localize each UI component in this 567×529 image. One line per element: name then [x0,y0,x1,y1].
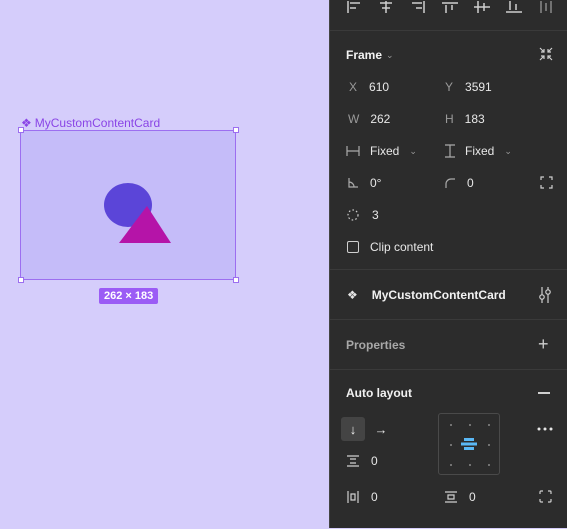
align-right-icon[interactable] [410,1,426,13]
direction-horizontal-button[interactable]: → [369,417,393,441]
properties-title: Properties [346,338,406,352]
clip-content-toggle[interactable]: Clip content [347,239,433,255]
w-field[interactable]: W 262 [348,111,390,127]
alignment-dot[interactable] [488,424,490,426]
count-field[interactable]: 3 [347,207,379,223]
horizontal-padding-icon [347,491,359,503]
horizontal-resize-icon [346,146,360,156]
chevron-down-icon: ⌄ [409,145,417,156]
alignment-dot[interactable] [450,424,452,426]
align-left-icon[interactable] [346,1,362,13]
y-field[interactable]: Y 3591 [445,79,492,95]
x-value[interactable]: 610 [369,80,389,94]
chevron-down-icon: ⌄ [504,145,512,156]
resize-handle-bottom-right[interactable] [233,277,239,283]
alignment-dot[interactable] [469,464,471,466]
horizontal-padding-field[interactable]: 0 [347,489,378,505]
resize-handle-top-right[interactable] [233,127,239,133]
corner-radius-value[interactable]: 0 [467,176,474,190]
frame-title[interactable]: Frame [346,48,382,62]
y-value[interactable]: 3591 [465,80,492,94]
rotation-field[interactable]: 0° [348,175,381,191]
component-name[interactable]: MyCustomContentCard [372,288,506,302]
alignment-dot[interactable] [488,444,490,446]
adjust-settings-icon[interactable] [538,287,552,303]
vertical-padding-icon [445,491,457,503]
chevron-down-icon[interactable]: ⌄ [386,50,394,61]
y-label: Y [445,80,454,94]
direction-vertical-button[interactable]: ↓ [341,417,365,441]
width-sizing-dropdown[interactable]: Fixed ⌄ [346,143,417,159]
resize-handle-bottom-left[interactable] [18,277,24,283]
vertical-padding-field[interactable]: 0 [445,489,476,505]
clip-content-label: Clip content [370,240,434,254]
vertical-gap-icon [347,455,359,467]
component-name: MyCustomContentCard [34,116,161,130]
x-field[interactable]: X 610 [349,79,389,95]
w-value[interactable]: 262 [370,112,390,126]
align-center-selected-icon[interactable] [461,438,477,450]
h-field[interactable]: H 183 [445,111,485,127]
height-sizing-dropdown[interactable]: Fixed ⌄ [445,143,512,159]
alignment-dot[interactable] [469,424,471,426]
component-label[interactable]: ❖ MyCustomContentCard [21,116,160,130]
component-icon: ❖ [347,288,358,302]
alignment-dot[interactable] [488,464,490,466]
corner-radius-icon [445,178,455,188]
vertical-resize-icon [445,144,455,158]
arrow-down-icon: ↓ [349,421,357,437]
individual-padding-icon[interactable] [539,490,552,503]
clip-content-checkbox[interactable] [347,241,359,253]
remove-auto-layout-icon[interactable] [538,392,550,394]
arrow-right-icon: → [374,421,388,437]
rotation-value[interactable]: 0° [370,176,381,190]
alignment-toolbar [346,0,554,14]
padding-horizontal-value[interactable]: 0 [371,490,378,504]
gap-value[interactable]: 0 [371,454,378,468]
rotation-icon [348,178,358,188]
dotted-circle-icon [347,209,359,221]
corner-radius-field[interactable]: 0 [445,175,474,191]
h-value[interactable]: 183 [465,112,485,126]
padding-vertical-value[interactable]: 0 [469,490,476,504]
align-horizontal-center-icon[interactable] [378,1,394,13]
x-label: X [349,80,358,94]
frame-section: Frame ⌄ X 610 Y 3591 W 262 H 183 Fixed ⌄… [330,30,567,269]
distribute-icon[interactable] [538,1,554,13]
align-vertical-center-icon[interactable] [474,1,490,13]
align-top-icon[interactable] [442,1,458,13]
auto-layout-title: Auto layout [346,386,412,400]
w-label: W [348,112,360,126]
canvas[interactable]: ❖ MyCustomContentCard 262 × 183 [0,0,329,528]
independent-corners-icon[interactable] [540,176,553,189]
h-label: H [445,112,454,126]
alignment-dot[interactable] [450,444,452,446]
item-spacing-field[interactable]: 0 [347,453,378,469]
size-badge: 262 × 183 [99,288,159,304]
width-mode: Fixed [370,144,400,158]
resize-to-fit-icon[interactable] [539,47,553,61]
more-options-icon[interactable] [537,427,553,431]
height-mode: Fixed [465,144,495,158]
frame-content-shapes [104,183,171,243]
add-property-icon[interactable]: + [538,334,549,354]
properties-section: Properties + [330,319,567,370]
alignment-dot[interactable] [450,464,452,466]
align-bottom-icon[interactable] [506,1,522,13]
alignment-grid[interactable] [438,413,500,475]
count-value[interactable]: 3 [372,208,379,222]
component-section: ❖ MyCustomContentCard [330,269,567,320]
properties-panel: Frame ⌄ X 610 Y 3591 W 262 H 183 Fixed ⌄… [329,0,567,528]
resize-handle-top-left[interactable] [18,127,24,133]
